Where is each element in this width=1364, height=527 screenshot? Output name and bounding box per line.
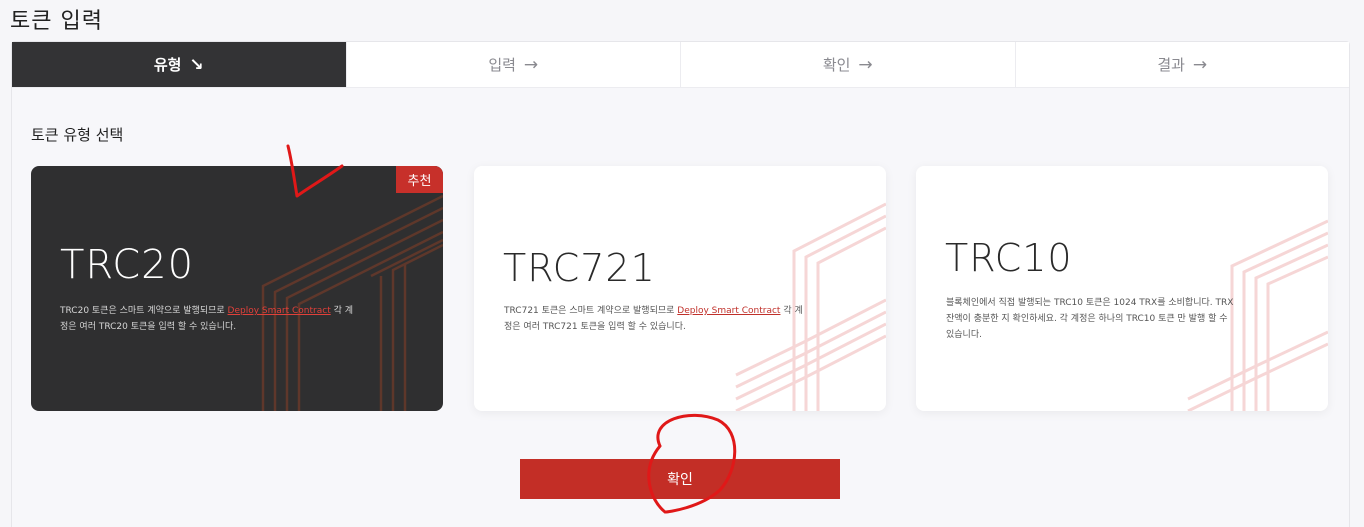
arrow-right-icon: → [858, 54, 873, 75]
card-trc20[interactable]: 추천 TRC20 TRC20 토큰은 스마트 계약으로 발행되므로 Deploy… [31, 166, 443, 411]
card-trc10[interactable]: TRC10 블록체인에서 직접 발행되는 TRC10 토큰은 1024 TRX를… [916, 166, 1328, 411]
tab-input-label: 입력 [488, 56, 516, 74]
tab-input[interactable]: 입력 → [347, 42, 681, 87]
page-title: 토큰 입력 [10, 9, 103, 34]
tab-type-label: 유형 [153, 56, 182, 74]
deploy-smart-contract-link[interactable]: Deploy Smart Contract [677, 306, 780, 316]
tab-result-label: 결과 [1157, 56, 1185, 74]
card-trc721[interactable]: TRC721 TRC721 토큰은 스마트 계약으로 발행되므로 Deploy … [474, 166, 886, 411]
tab-confirm[interactable]: 확인 → [681, 42, 1016, 87]
arrow-right-icon: → [1192, 54, 1208, 75]
trc20-logo: TRC20 [60, 242, 195, 288]
trc10-description: 블록체인에서 직접 발행되는 TRC10 토큰은 1024 TRX를 소비합니다… [946, 298, 1234, 340]
deploy-smart-contract-link[interactable]: Deploy Smart Contract [228, 306, 331, 316]
tab-confirm-label: 확인 [822, 56, 851, 74]
confirm-button[interactable]: 확인 [520, 459, 840, 499]
section-title: 토큰 유형 선택 [31, 126, 124, 144]
desc-text: TRC20 토큰은 스마트 계약으로 발행되므로 [60, 306, 228, 316]
trc721-description: TRC721 토큰은 스마트 계약으로 발행되므로 Deploy Smart C… [504, 303, 804, 335]
decorative-lines [261, 194, 443, 411]
trc721-logo: TRC721 [503, 246, 656, 290]
desc-text: TRC721 토큰은 스마트 계약으로 발행되므로 [504, 306, 678, 316]
token-wizard-panel: 유형 ↘ 입력 → 확인 → 결과 → 토큰 유형 선택 추천 TRC20 TR… [11, 41, 1350, 527]
tab-type[interactable]: 유형 ↘ [12, 42, 347, 87]
step-tabs: 유형 ↘ 입력 → 확인 → 결과 → [12, 42, 1349, 88]
trc20-description: TRC20 토큰은 스마트 계약으로 발행되므로 Deploy Smart Co… [60, 303, 360, 335]
tab-result[interactable]: 결과 → [1016, 42, 1350, 87]
recommended-badge: 추천 [396, 166, 443, 193]
trc10-logo: TRC10 [945, 236, 1073, 280]
arrow-down-right-icon: ↘ [189, 54, 204, 75]
decorative-lines [1187, 219, 1328, 411]
arrow-right-icon: → [523, 54, 539, 75]
